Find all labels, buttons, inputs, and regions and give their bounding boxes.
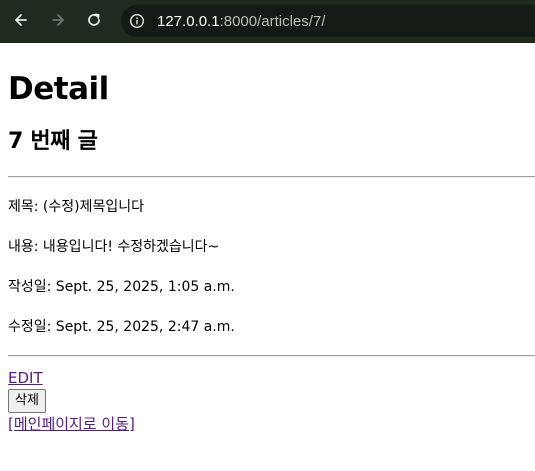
divider — [8, 176, 535, 178]
article-content-field: 내용: 내용입니다! 수정하겠습니다~ — [8, 239, 220, 255]
article-title-field: 제목: (수정)제목입니다 — [8, 199, 145, 215]
page-title: Detail — [8, 71, 109, 107]
url-text[interactable]: 127.0.0.1:8000/articles/7/ — [157, 13, 325, 30]
arrow-left-icon — [15, 14, 27, 26]
edit-link[interactable]: EDIT — [8, 368, 43, 388]
home-link[interactable]: [메인페이지로 이동] — [8, 414, 135, 434]
page-content: Detail 7 번째 글 제목: (수정)제목입니다 내용: 내용입니다! 수… — [0, 70, 535, 434]
info-icon[interactable] — [129, 13, 145, 29]
delete-button[interactable]: 삭제 — [8, 389, 46, 413]
reload-button[interactable] — [81, 7, 107, 33]
address-bar[interactable]: 127.0.0.1:8000/articles/7/ — [121, 5, 535, 37]
delete-form: 삭제 — [8, 388, 527, 413]
created-at-field: 작성일: Sept. 25, 2025, 1:05 a.m. — [8, 279, 235, 295]
forward-button[interactable] — [45, 7, 71, 33]
url-host: 127.0.0.1 — [157, 12, 220, 30]
divider — [8, 355, 535, 357]
browser-toolbar: 127.0.0.1:8000/articles/7/ — [0, 0, 535, 43]
reload-icon — [88, 13, 100, 26]
back-button[interactable] — [8, 7, 34, 33]
arrow-right-icon — [52, 14, 64, 26]
url-path: :8000/articles/7/ — [219, 12, 326, 30]
article-heading: 7 번째 글 — [8, 129, 98, 154]
updated-at-field: 수정일: Sept. 25, 2025, 2:47 a.m. — [8, 319, 235, 335]
